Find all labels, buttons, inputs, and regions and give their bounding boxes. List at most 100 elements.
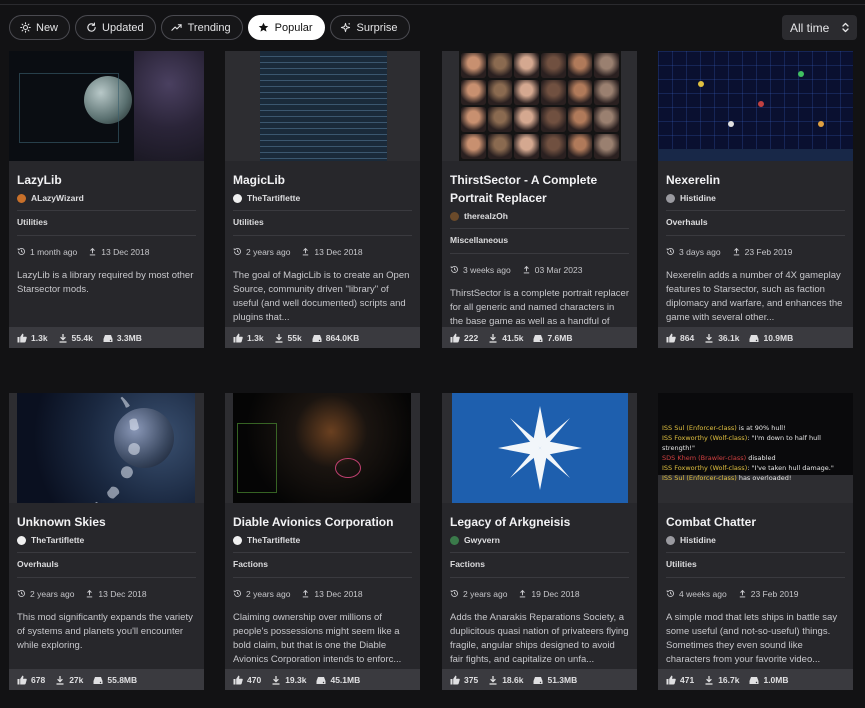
mod-category[interactable]: Overhauls: [666, 217, 845, 228]
top-divider: [0, 4, 865, 5]
mod-card[interactable]: Legacy of Arkgneisis Gwyvern Factions 2 …: [442, 393, 637, 690]
mod-card[interactable]: Diable Avionics Corporation TheTartiflet…: [225, 393, 420, 690]
author-name: ALazyWizard: [31, 193, 84, 203]
mod-likes: 864: [680, 332, 695, 343]
mod-author[interactable]: Histidine: [666, 192, 845, 204]
mod-author[interactable]: TheTartiflette: [233, 192, 412, 204]
divider: [450, 552, 629, 553]
mod-thumbnail[interactable]: [225, 393, 420, 503]
mod-thumbnail[interactable]: [9, 51, 204, 161]
thumbs-up-icon: [666, 675, 676, 684]
history-icon: [666, 248, 674, 255]
divider: [666, 577, 845, 578]
mod-author[interactable]: TheTartiflette: [233, 534, 412, 546]
filter-toolbar: New Updated Trending Popular Surprise: [9, 15, 410, 40]
thumb-art: [658, 149, 853, 161]
thumb-art: [19, 73, 119, 143]
mod-card[interactable]: MagicLib TheTartiflette Utilities 2 year…: [225, 51, 420, 348]
mod-dates: 2 years ago 13 Dec 2018: [17, 588, 196, 599]
mod-thumbnail[interactable]: ISS Sul (Enforcer-class) is at 90% hull!…: [658, 393, 853, 503]
mod-category[interactable]: Utilities: [666, 559, 845, 570]
chatter-ship: SDS Khem (Brawler-class): [662, 454, 747, 462]
mod-updated: 2 years ago: [30, 588, 75, 599]
author-name: TheTartiflette: [31, 535, 85, 545]
mod-card[interactable]: Unknown Skies TheTartiflette Overhauls 2…: [9, 393, 204, 690]
download-icon: [275, 333, 283, 343]
mod-stats: 222 41.5k 7.6MB: [442, 327, 637, 348]
mod-title[interactable]: Diable Avionics Corporation: [233, 513, 412, 531]
mod-description: The goal of MagicLib is to create an Ope…: [233, 270, 410, 323]
mod-updated: 3 weeks ago: [463, 264, 511, 275]
chatter-message: has overloaded!: [736, 474, 792, 482]
mod-card[interactable]: ISS Sul (Enforcer-class) is at 90% hull!…: [658, 393, 853, 690]
mod-card[interactable]: LazyLib ALazyWizard Utilities 1 month ag…: [9, 51, 204, 348]
mod-created: 19 Dec 2018: [531, 588, 580, 599]
mod-title[interactable]: LazyLib: [17, 171, 196, 189]
download-icon: [705, 675, 713, 685]
mod-stats: 1.3k 55k 864.0KB: [225, 327, 420, 348]
mod-downloads: 55.4k: [71, 332, 93, 343]
mod-title[interactable]: Combat Chatter: [666, 513, 845, 531]
mod-card[interactable]: Nexerelin Histidine Overhauls 3 days ago…: [658, 51, 853, 348]
author-avatar: [233, 535, 242, 545]
mod-description: LazyLib is a library required by most ot…: [17, 270, 194, 295]
chatter-line: ISS Sul (Enforcer-class) has overloaded!: [662, 473, 853, 483]
thumbs-up-icon: [17, 675, 27, 684]
mod-author[interactable]: TheTartiflette: [17, 534, 196, 546]
filter-new-button[interactable]: New: [9, 15, 71, 40]
mod-category[interactable]: Factions: [233, 559, 412, 570]
mod-title[interactable]: ThirstSector - A Complete Portrait Repla…: [450, 171, 629, 207]
author-name: TheTartiflette: [247, 193, 301, 203]
filter-trending-button[interactable]: Trending: [160, 15, 243, 40]
upload-icon: [523, 265, 529, 274]
hard-drive-icon: [93, 676, 103, 684]
mod-thumbnail[interactable]: [225, 51, 420, 161]
mod-category[interactable]: Utilities: [233, 217, 412, 228]
mod-thumbnail[interactable]: [658, 51, 853, 161]
upload-icon: [87, 589, 93, 598]
mod-category[interactable]: Utilities: [17, 217, 196, 228]
thumbs-up-icon: [233, 675, 243, 684]
mod-title[interactable]: Legacy of Arkgneisis: [450, 513, 629, 531]
thumbs-up-icon: [450, 675, 460, 684]
mod-author[interactable]: Histidine: [666, 534, 845, 546]
history-icon: [17, 248, 25, 255]
mod-likes: 1.3k: [247, 332, 264, 343]
chatter-message: is at 90% hull!: [736, 424, 786, 432]
mod-author[interactable]: ALazyWizard: [17, 192, 196, 204]
filter-surprise-button[interactable]: Surprise: [329, 15, 410, 40]
mod-title[interactable]: Unknown Skies: [17, 513, 196, 531]
history-icon: [450, 590, 458, 597]
download-icon: [489, 333, 497, 343]
mod-dates: 2 years ago 13 Dec 2018: [233, 246, 412, 257]
mod-title[interactable]: Nexerelin: [666, 171, 845, 189]
mod-thumbnail[interactable]: [9, 393, 204, 503]
mod-downloads: 36.1k: [718, 332, 740, 343]
filter-updated-button[interactable]: Updated: [75, 15, 156, 40]
mod-author[interactable]: Gwyvern: [450, 534, 629, 546]
author-avatar: [17, 193, 26, 203]
mod-card[interactable]: ThirstSector - A Complete Portrait Repla…: [442, 51, 637, 348]
filter-popular-button[interactable]: Popular: [247, 15, 325, 40]
mod-likes: 1.3k: [31, 332, 48, 343]
mod-author[interactable]: therealzOh: [450, 210, 629, 222]
download-icon: [56, 675, 64, 685]
mod-thumbnail[interactable]: [442, 51, 637, 161]
mod-thumbnail[interactable]: [442, 393, 637, 503]
mod-category[interactable]: Factions: [450, 559, 629, 570]
mod-description: Claiming ownership over millions of peop…: [233, 612, 402, 665]
mod-category[interactable]: Overhauls: [17, 559, 196, 570]
star-icon: [258, 22, 270, 34]
filter-popular-label: Popular: [274, 21, 313, 34]
mod-category[interactable]: Miscellaneous: [450, 235, 629, 246]
mod-description: A simple mod that lets ships in battle s…: [666, 612, 838, 665]
chatter-ship: ISS Sul (Enforcer-class): [662, 474, 737, 482]
mod-title[interactable]: MagicLib: [233, 171, 412, 189]
mod-stats: 678 27k 55.8MB: [9, 669, 204, 690]
mod-description: Adds the Anarakis Reparations Society, a…: [450, 612, 629, 665]
thumb-art: [335, 458, 361, 478]
download-icon: [272, 675, 280, 685]
download-icon: [59, 333, 67, 343]
chatter-ship: ISS Sul (Enforcer-class): [662, 424, 737, 432]
sort-select[interactable]: All time: [782, 15, 857, 40]
